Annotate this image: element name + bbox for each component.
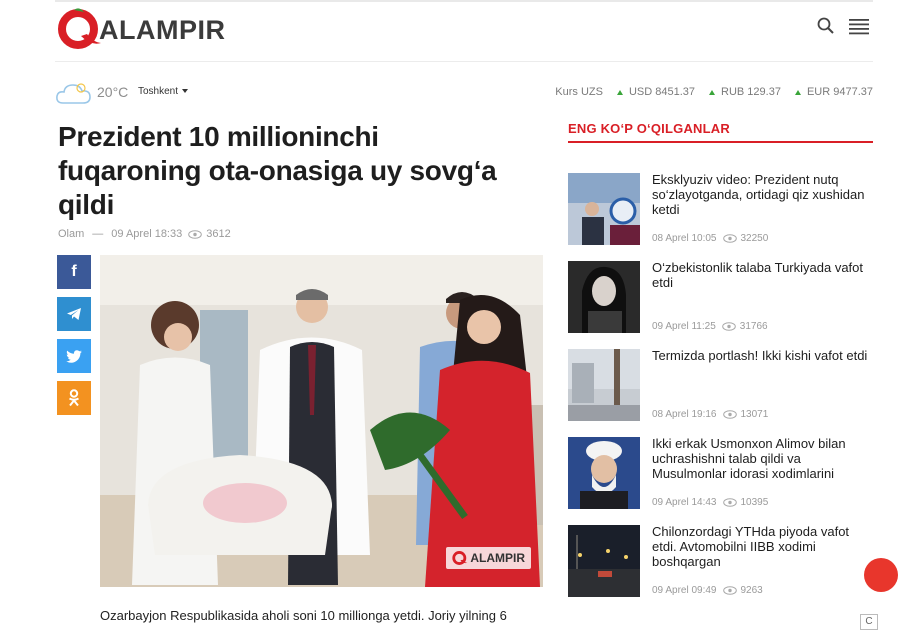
city-selector[interactable]: Toshkent [138, 86, 189, 97]
site-header: ALAMPIR [55, 2, 873, 62]
rate-eur: EUR 9477.37 [794, 86, 873, 98]
article-views: 3612 [206, 228, 231, 240]
item-title[interactable]: Ikki erkak Usmonxon Alimov bilan uchrash… [652, 436, 872, 481]
rate-rub: RUB 129.37 [709, 86, 781, 98]
rate-usd: USD 8451.37 [616, 86, 696, 98]
city-name: Toshkent [138, 86, 179, 97]
item-title[interactable]: Eksklyuziv video: Prezident nutq so‘zlay… [652, 172, 872, 217]
item-views: 31766 [739, 321, 768, 332]
item-thumbnail [568, 349, 640, 421]
twitter-icon [66, 349, 82, 363]
photo-watermark: ALAMPIR [446, 547, 531, 569]
logo-text: ALAMPIR [99, 14, 226, 45]
item-date: 08 Aprel 10:05 [652, 233, 717, 244]
rate-eur-value: EUR 9477.37 [806, 86, 873, 98]
eye-icon [722, 586, 737, 595]
eye-icon [722, 410, 737, 419]
item-date: 08 Aprel 19:16 [652, 409, 717, 420]
item-date: 09 Aprel 14:43 [652, 497, 717, 508]
share-odnoklassniki-button[interactable] [57, 381, 91, 415]
most-read-item[interactable]: O‘zbekistonlik talaba Turkiyada vafot et… [568, 260, 873, 333]
item-meta: 09 Aprel 11:25 31766 [652, 321, 768, 332]
most-read-underline [568, 141, 873, 143]
arrow-up-icon [709, 89, 716, 95]
currency-rates: Kurs UZS USD 8451.37 RUB 129.37 EUR 9477… [555, 86, 873, 98]
telegram-icon [67, 308, 81, 320]
photo-watermark-text: ALAMPIR [470, 551, 525, 565]
caret-down-icon [182, 89, 189, 94]
share-twitter-button[interactable] [57, 339, 91, 373]
odnoklassniki-icon [69, 389, 79, 407]
eye-icon [721, 322, 736, 331]
most-read-item[interactable]: Ikki erkak Usmonxon Alimov bilan uchrash… [568, 436, 873, 509]
item-title[interactable]: Termizda portlash! Ikki kishi vafot etdi [652, 348, 872, 363]
item-title[interactable]: Chilonzordagi YTHda piyoda vafot etdi. A… [652, 524, 872, 569]
hamburger-menu-icon[interactable] [847, 14, 871, 38]
item-thumbnail [568, 173, 640, 245]
article-date: 09 Aprel 18:33 [111, 228, 183, 240]
share-facebook-button[interactable]: f [57, 255, 91, 289]
rate-rub-value: RUB 129.37 [721, 86, 781, 98]
meta-separator: — [92, 228, 104, 240]
arrow-up-icon [794, 89, 801, 95]
article-title: Prezident 10 millioninchi fuqaroning ota… [58, 121, 497, 220]
item-date: 09 Aprel 09:49 [652, 585, 717, 596]
q-logo-icon [452, 551, 468, 565]
item-thumbnail [568, 261, 640, 333]
article-meta: Olam — 09 Aprel 18:33 3612 [58, 228, 231, 240]
item-thumbnail [568, 525, 640, 597]
item-meta: 08 Aprel 19:16 13071 [652, 409, 768, 420]
item-views: 32250 [740, 233, 769, 244]
temperature: 20°C [97, 84, 129, 100]
most-read-item[interactable]: Eksklyuziv video: Prezident nutq so‘zlay… [568, 172, 873, 245]
corner-widget[interactable]: C [860, 614, 878, 630]
q-logo-icon [57, 6, 103, 52]
item-views: 13071 [740, 409, 769, 420]
cloud-icon [55, 80, 93, 106]
floating-action-button[interactable] [864, 558, 898, 592]
site-logo[interactable]: ALAMPIR [57, 4, 226, 54]
item-title[interactable]: O‘zbekistonlik talaba Turkiyada vafot et… [652, 260, 872, 290]
eye-icon [722, 498, 737, 507]
most-read-heading: ENG KO‘P O‘QILGANLAR [568, 121, 730, 136]
item-date: 09 Aprel 11:25 [652, 321, 716, 332]
arrow-up-icon [616, 89, 623, 95]
item-meta: 09 Aprel 09:49 9263 [652, 585, 763, 596]
most-read-item[interactable]: Chilonzordagi YTHda piyoda vafot etdi. A… [568, 524, 873, 597]
item-meta: 08 Aprel 10:05 32250 [652, 233, 768, 244]
item-views: 9263 [740, 585, 763, 596]
item-views: 10395 [740, 497, 769, 508]
search-icon[interactable] [815, 15, 837, 37]
article-photo: ALAMPIR [100, 255, 543, 587]
eye-icon [722, 234, 737, 243]
facebook-icon: f [71, 263, 77, 280]
info-bar: 20°C Toshkent Kurs UZS USD 8451.37 RUB 1… [55, 78, 873, 108]
article-lead: Ozarbayjon Respublikasida aholi soni 10 … [100, 608, 507, 623]
rate-usd-value: USD 8451.37 [628, 86, 696, 98]
eye-icon [188, 229, 203, 239]
most-read-item[interactable]: Termizda portlash! Ikki kishi vafot etdi… [568, 348, 873, 421]
item-thumbnail [568, 437, 640, 509]
share-telegram-button[interactable] [57, 297, 91, 331]
item-meta: 09 Aprel 14:43 10395 [652, 497, 768, 508]
article-category[interactable]: Olam [58, 228, 84, 240]
rates-label: Kurs UZS [555, 86, 603, 98]
